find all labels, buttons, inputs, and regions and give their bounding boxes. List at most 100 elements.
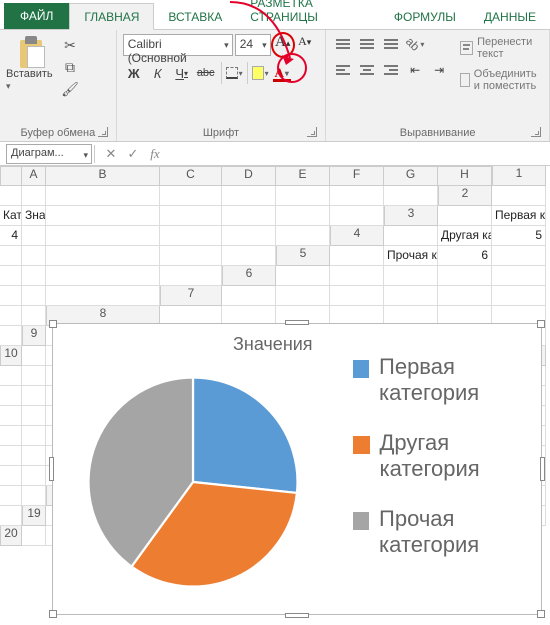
cancel-formula-button[interactable]: ✕: [100, 146, 122, 162]
row-header[interactable]: 4: [330, 226, 384, 246]
cell[interactable]: [22, 346, 46, 366]
paste-button[interactable]: Вставить: [6, 34, 56, 98]
chart-handle[interactable]: [537, 610, 545, 618]
chart-handle[interactable]: [285, 613, 309, 618]
fill-color-button[interactable]: [247, 62, 269, 84]
italic-button[interactable]: К: [147, 62, 169, 84]
cell[interactable]: [22, 466, 46, 486]
cell[interactable]: [46, 246, 160, 266]
cell[interactable]: [22, 426, 46, 446]
tab-data[interactable]: ДАННЫЕ: [470, 4, 550, 29]
cell[interactable]: [160, 246, 222, 266]
cell[interactable]: [160, 226, 222, 246]
col-header[interactable]: A: [22, 166, 46, 186]
row-header[interactable]: 6: [222, 266, 276, 286]
cell[interactable]: [276, 286, 330, 306]
chart-handle[interactable]: [49, 457, 54, 481]
cell[interactable]: [0, 446, 22, 466]
cell[interactable]: [46, 286, 160, 306]
merge-center-button[interactable]: Объединить и поместить: [460, 68, 543, 92]
row-header[interactable]: 10: [0, 346, 22, 366]
borders-button[interactable]: [221, 62, 243, 84]
cell[interactable]: [0, 266, 22, 286]
row-header[interactable]: 20: [0, 526, 22, 546]
cell[interactable]: Значения: [22, 206, 46, 226]
cell[interactable]: 4: [0, 226, 22, 246]
cell[interactable]: [330, 246, 384, 266]
row-header[interactable]: 5: [276, 246, 330, 266]
cell[interactable]: [0, 246, 22, 266]
orientation-button[interactable]: ab: [404, 34, 426, 54]
legend-item[interactable]: Другая категория: [353, 430, 541, 482]
tab-home[interactable]: ГЛАВНАЯ: [69, 3, 154, 30]
align-top-button[interactable]: [332, 34, 354, 54]
cell[interactable]: [22, 186, 46, 206]
cell[interactable]: [222, 246, 276, 266]
cell[interactable]: [46, 266, 160, 286]
cell[interactable]: Прочая категория: [384, 246, 438, 266]
cell[interactable]: [46, 206, 160, 226]
cell[interactable]: [492, 246, 546, 266]
row-header[interactable]: 7: [160, 286, 222, 306]
enter-formula-button[interactable]: ✓: [122, 146, 144, 162]
cell[interactable]: [438, 286, 492, 306]
row-header[interactable]: 3: [384, 206, 438, 226]
copy-icon[interactable]: ⧉: [60, 58, 80, 76]
col-header[interactable]: C: [160, 166, 222, 186]
col-header[interactable]: H: [438, 166, 492, 186]
format-painter-icon[interactable]: 🖌: [60, 80, 80, 98]
strikethrough-button[interactable]: abc: [195, 62, 217, 84]
cell[interactable]: [330, 206, 384, 226]
cell[interactable]: [22, 226, 46, 246]
tab-insert[interactable]: ВСТАВКА: [154, 4, 236, 29]
cell[interactable]: [276, 266, 330, 286]
underline-button[interactable]: Ч▾: [171, 62, 193, 84]
formula-input[interactable]: [166, 144, 550, 164]
row-header[interactable]: 19: [22, 506, 46, 526]
chart-object[interactable]: Значения Первая категория Другая категор…: [52, 323, 542, 615]
font-color-button[interactable]: [271, 62, 293, 84]
cell[interactable]: [0, 286, 22, 306]
increase-font-size-button[interactable]: A▴: [273, 34, 293, 56]
chart-title[interactable]: Значения: [233, 334, 313, 355]
decrease-font-size-button[interactable]: A▾: [295, 34, 315, 56]
cell[interactable]: [22, 266, 46, 286]
cell[interactable]: [438, 266, 492, 286]
clipboard-dialog-launcher[interactable]: [98, 127, 108, 137]
tab-formulas[interactable]: ФОРМУЛЫ: [380, 4, 470, 29]
font-dialog-launcher[interactable]: [307, 127, 317, 137]
cell[interactable]: [0, 466, 22, 486]
cell[interactable]: [276, 226, 330, 246]
align-center-button[interactable]: [356, 60, 378, 80]
cell[interactable]: [492, 266, 546, 286]
font-name-combo[interactable]: Calibri (Основной ▾: [123, 34, 233, 56]
cell[interactable]: [492, 186, 546, 206]
cell[interactable]: [22, 306, 46, 326]
cell[interactable]: [222, 206, 276, 226]
cell[interactable]: [0, 186, 22, 206]
cut-icon[interactable]: ✂: [60, 36, 80, 54]
cell[interactable]: 5: [492, 226, 546, 246]
cell[interactable]: [0, 406, 22, 426]
chart-legend[interactable]: Первая категория Другая категория Прочая…: [353, 354, 541, 558]
chart-handle[interactable]: [537, 320, 545, 328]
cell[interactable]: [22, 246, 46, 266]
cell[interactable]: Первая категория: [492, 206, 546, 226]
align-right-button[interactable]: [380, 60, 402, 80]
col-header[interactable]: G: [384, 166, 438, 186]
cell[interactable]: [46, 186, 160, 206]
row-header[interactable]: 1: [492, 166, 546, 186]
cell[interactable]: [0, 426, 22, 446]
cell[interactable]: [222, 286, 276, 306]
cell[interactable]: [330, 266, 384, 286]
cell[interactable]: [22, 406, 46, 426]
cell[interactable]: [384, 226, 438, 246]
cell[interactable]: [0, 326, 22, 346]
cell[interactable]: [330, 186, 384, 206]
name-box[interactable]: Диаграм... ▾: [6, 144, 92, 164]
cell[interactable]: [438, 206, 492, 226]
col-header[interactable]: E: [276, 166, 330, 186]
font-size-combo[interactable]: 24 ▾: [235, 34, 271, 56]
chart-handle[interactable]: [49, 610, 57, 618]
cell[interactable]: [222, 226, 276, 246]
